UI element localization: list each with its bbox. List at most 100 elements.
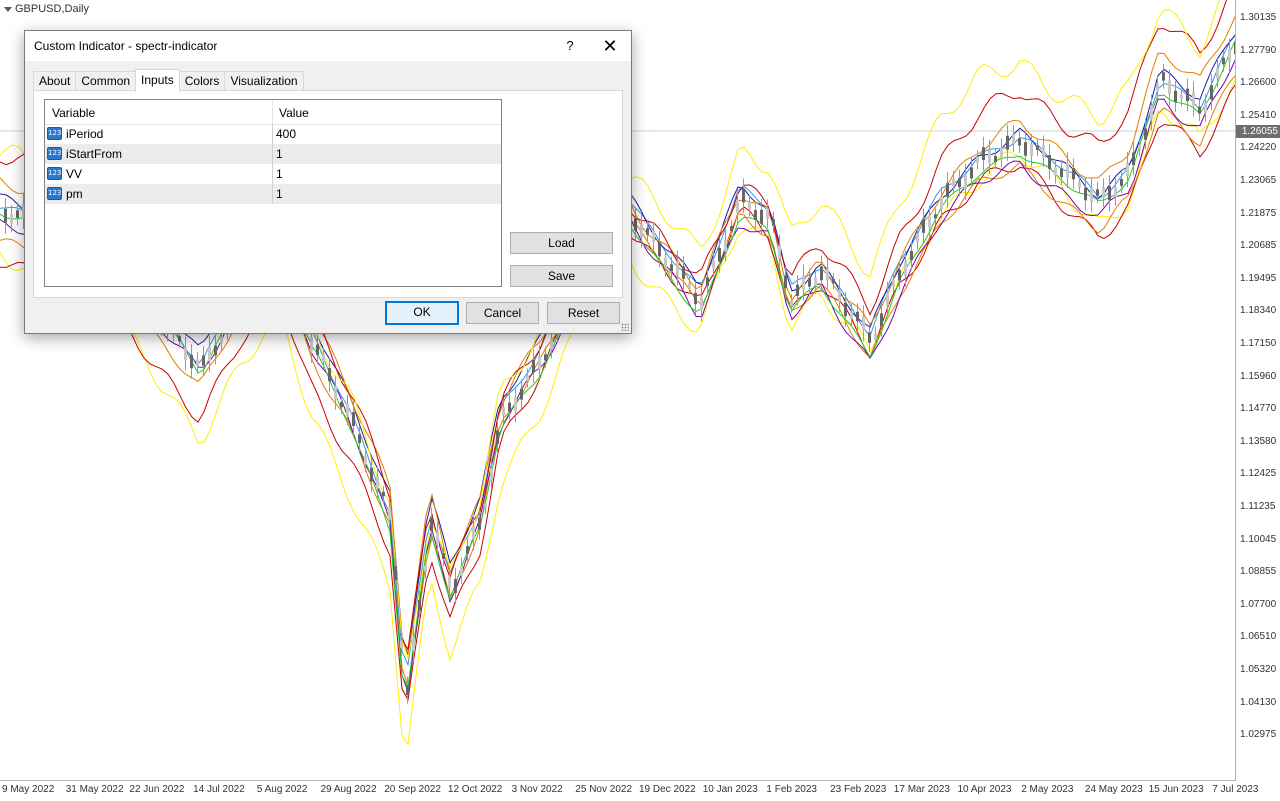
- candle-body: [550, 338, 553, 350]
- variable-name: VV: [66, 167, 83, 181]
- ok-button[interactable]: OK: [385, 301, 459, 325]
- cell-separator: [272, 184, 273, 204]
- candle-body: [1186, 88, 1189, 102]
- cell-separator: [272, 124, 273, 144]
- candle-body: [16, 210, 19, 218]
- candle-body: [442, 553, 445, 559]
- candle-body: [454, 579, 457, 593]
- candle-body: [784, 275, 787, 289]
- candle-body: [970, 167, 973, 179]
- load-button[interactable]: Load: [510, 232, 613, 254]
- integer-type-icon: 123: [47, 167, 62, 180]
- candle-body: [748, 201, 751, 209]
- table-row[interactable]: 123 pm 1: [45, 184, 501, 204]
- table-row[interactable]: 123 iStartFrom 1: [45, 144, 501, 164]
- price-tick-label: 1.10045: [1240, 533, 1277, 545]
- tab-visualization[interactable]: Visualization: [224, 71, 304, 91]
- candle-body: [196, 359, 199, 367]
- reset-button[interactable]: Reset: [547, 302, 620, 324]
- candle-body: [802, 275, 805, 290]
- candle-body: [916, 234, 919, 242]
- variable-value[interactable]: 400: [276, 127, 296, 141]
- candle-body: [742, 188, 745, 203]
- candle-body: [478, 517, 481, 530]
- candle-body: [490, 468, 493, 481]
- time-tick-label: 12 Oct 2022: [447, 784, 503, 795]
- candle-body: [808, 277, 811, 287]
- candle-body: [958, 178, 961, 188]
- candle-body: [856, 311, 859, 322]
- candle-body: [1204, 103, 1207, 113]
- candle-body: [634, 217, 637, 231]
- candle-body: [4, 208, 7, 223]
- time-tick-label: 2 May 2023: [1021, 784, 1074, 795]
- variable-name: iPeriod: [66, 127, 104, 141]
- time-tick-label: 10 Jan 2023: [702, 784, 758, 795]
- dialog-titlebar[interactable]: Custom Indicator - spectr-indicator ? ✕: [25, 31, 631, 61]
- table-row[interactable]: 123 VV 1: [45, 164, 501, 184]
- variable-value[interactable]: 1: [276, 147, 283, 161]
- candle-body: [718, 247, 721, 262]
- candle-body: [472, 525, 475, 540]
- price-axis[interactable]: 1.26055 1.30135 1.27790 1.26600 1.25410 1.24…: [1235, 0, 1280, 780]
- tab-colors[interactable]: Colors: [178, 71, 226, 91]
- resize-grip-icon[interactable]: [621, 323, 629, 331]
- table-row[interactable]: 123 iPeriod 400: [45, 124, 501, 144]
- candle-body: [220, 336, 223, 344]
- dropdown-triangle-icon[interactable]: [4, 6, 12, 12]
- candle-body: [952, 178, 955, 187]
- candle-body: [1066, 163, 1069, 178]
- candle-body: [466, 546, 469, 554]
- time-tick-label: 22 Jun 2022: [129, 784, 185, 795]
- tab-inputs[interactable]: Inputs: [135, 69, 180, 92]
- candle-body: [1168, 80, 1171, 95]
- save-button[interactable]: Save: [510, 265, 613, 287]
- column-separator[interactable]: [272, 100, 273, 124]
- tab-common[interactable]: Common: [75, 71, 137, 91]
- time-tick-label: 23 Feb 2023: [830, 784, 887, 795]
- candle-body: [832, 279, 835, 284]
- candle-body: [676, 261, 679, 275]
- candle-body: [1156, 83, 1159, 92]
- close-icon[interactable]: ✕: [591, 31, 629, 61]
- candle-body: [316, 344, 319, 355]
- candle-body: [1138, 144, 1141, 150]
- candle-body: [1108, 186, 1111, 201]
- candle-body: [430, 517, 433, 531]
- tab-about[interactable]: About: [33, 71, 77, 91]
- price-tick-label: 1.23065: [1240, 175, 1277, 186]
- candle-body: [724, 239, 727, 252]
- time-tick-label: 19 Dec 2022: [639, 784, 696, 795]
- time-tick-label: 25 Nov 2022: [575, 784, 633, 795]
- candle-body: [712, 260, 715, 269]
- candle-body: [1096, 189, 1099, 196]
- variable-value[interactable]: 1: [276, 167, 283, 181]
- chart-symbol-title: GBPUSD,Daily: [4, 3, 89, 15]
- price-tick-label: 1.19495: [1240, 272, 1277, 284]
- candle-body: [1228, 48, 1231, 63]
- time-axis[interactable]: 9 May 2022 31 May 2022 22 Jun 2022 14 Jul 2…: [0, 780, 1258, 801]
- candle-body: [940, 197, 943, 209]
- candle-body: [202, 355, 205, 366]
- candle-body: [1000, 147, 1003, 159]
- chart-symbol-label: GBPUSD,Daily: [15, 3, 89, 15]
- candle-body: [1120, 179, 1123, 186]
- variable-name: iStartFrom: [66, 147, 123, 161]
- candle-body: [844, 302, 847, 317]
- dialog-title: Custom Indicator - spectr-indicator: [34, 39, 218, 53]
- time-tick-label: 31 May 2022: [65, 784, 124, 795]
- column-header-value[interactable]: Value: [279, 106, 309, 120]
- candle-body: [190, 354, 193, 369]
- candle-body: [664, 257, 667, 268]
- cancel-button[interactable]: Cancel: [466, 302, 539, 324]
- candle-body: [1012, 133, 1015, 144]
- time-tick-label: 29 Aug 2022: [320, 784, 377, 795]
- column-header-variable[interactable]: Variable: [52, 106, 95, 120]
- variable-value[interactable]: 1: [276, 187, 283, 201]
- candle-body: [862, 316, 865, 331]
- candle-body: [1162, 72, 1165, 81]
- candle-body: [178, 336, 181, 342]
- candle-body: [838, 289, 841, 302]
- help-button[interactable]: ?: [555, 31, 585, 61]
- candle-body: [424, 565, 427, 572]
